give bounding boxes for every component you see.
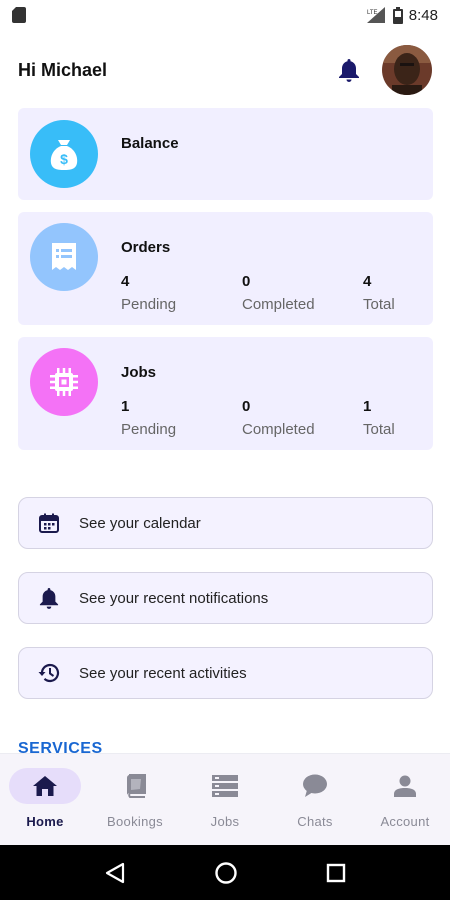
stat-label: Completed [242, 421, 315, 438]
history-icon [37, 661, 61, 685]
nav-label: Home [26, 814, 64, 829]
action-label: See your recent activities [79, 664, 247, 682]
orders-title: Orders [121, 239, 171, 256]
status-time: 8:48 [408, 6, 438, 24]
nav-pill [279, 768, 351, 804]
balance-title: Balance [121, 135, 179, 152]
back-icon[interactable] [104, 862, 126, 884]
see-activities-button[interactable]: See your recent activities [18, 647, 433, 699]
bell-icon [37, 586, 61, 610]
see-calendar-button[interactable]: See your calendar [18, 497, 433, 549]
orders-completed-stat: 0 Completed [242, 273, 315, 313]
stat-label: Pending [121, 296, 177, 313]
stat-label: Completed [242, 296, 315, 313]
balance-card[interactable]: $ Balance [18, 108, 433, 200]
jobs-title: Jobs [121, 364, 157, 381]
nav-label: Chats [297, 814, 333, 829]
action-label: See your calendar [79, 514, 201, 532]
nav-chats[interactable]: Chats [270, 754, 360, 845]
system-nav-bar [0, 845, 450, 900]
jobs-pending-stat: 1 Pending [121, 398, 176, 438]
sd-card-icon [12, 7, 26, 23]
person-icon [394, 775, 416, 797]
money-bag-icon: $ [30, 120, 98, 188]
stat-value: 1 [363, 398, 372, 415]
stat-value: 0 [242, 273, 251, 290]
nav-bookings[interactable]: Bookings [90, 754, 180, 845]
stat-label: Total [363, 296, 395, 313]
status-bar: LTE 8:48 [0, 0, 450, 30]
avatar[interactable] [382, 45, 432, 95]
svg-text:$: $ [60, 151, 68, 167]
nav-pill [189, 768, 261, 804]
recents-icon[interactable] [326, 863, 346, 883]
greeting: Hi Michael [18, 59, 108, 80]
orders-total-stat: 4 Total [363, 273, 395, 313]
nav-home[interactable]: Home [0, 754, 90, 845]
svg-text:LTE: LTE [367, 10, 378, 16]
jobs-completed-stat: 0 Completed [242, 398, 315, 438]
services-heading: SERVICES [18, 740, 103, 753]
battery-icon [392, 6, 403, 24]
header: Hi Michael [0, 42, 450, 98]
nav-account[interactable]: Account [360, 754, 450, 845]
orders-pending-stat: 4 Pending [121, 273, 176, 313]
book-icon [126, 774, 146, 798]
signal-icon: LTE [366, 7, 385, 23]
jobs-total-stat: 1 Total [363, 398, 395, 438]
nav-label: Bookings [107, 814, 163, 829]
chat-icon [303, 774, 327, 797]
stat-label: Pending [121, 421, 177, 438]
orders-card[interactable]: Orders 4 Pending 0 Completed 4 Total [18, 212, 433, 325]
chip-icon [30, 348, 98, 416]
nav-label: Account [380, 814, 430, 829]
nav-jobs[interactable]: Jobs [180, 754, 270, 845]
jobs-card[interactable]: Jobs 1 Pending 0 Completed 1 Total [18, 337, 433, 450]
nav-pill [99, 768, 171, 804]
receipt-icon [30, 223, 98, 291]
action-label: See your recent notifications [79, 589, 269, 607]
see-notifications-button[interactable]: See your recent notifications [18, 572, 433, 624]
stat-value: 1 [121, 398, 130, 415]
nav-pill [9, 768, 81, 804]
bell-icon[interactable] [338, 58, 360, 82]
stat-label: Total [363, 421, 395, 438]
nav-label: Jobs [210, 814, 240, 829]
nav-pill [369, 768, 441, 804]
home-circle-icon[interactable] [214, 861, 238, 885]
home-icon [33, 776, 57, 796]
stat-value: 0 [242, 398, 251, 415]
stat-value: 4 [121, 273, 130, 290]
server-icon [212, 775, 238, 797]
calendar-icon [37, 511, 61, 535]
bottom-nav: Home Bookings Jobs Chats Account [0, 753, 450, 845]
stat-value: 4 [363, 273, 372, 290]
